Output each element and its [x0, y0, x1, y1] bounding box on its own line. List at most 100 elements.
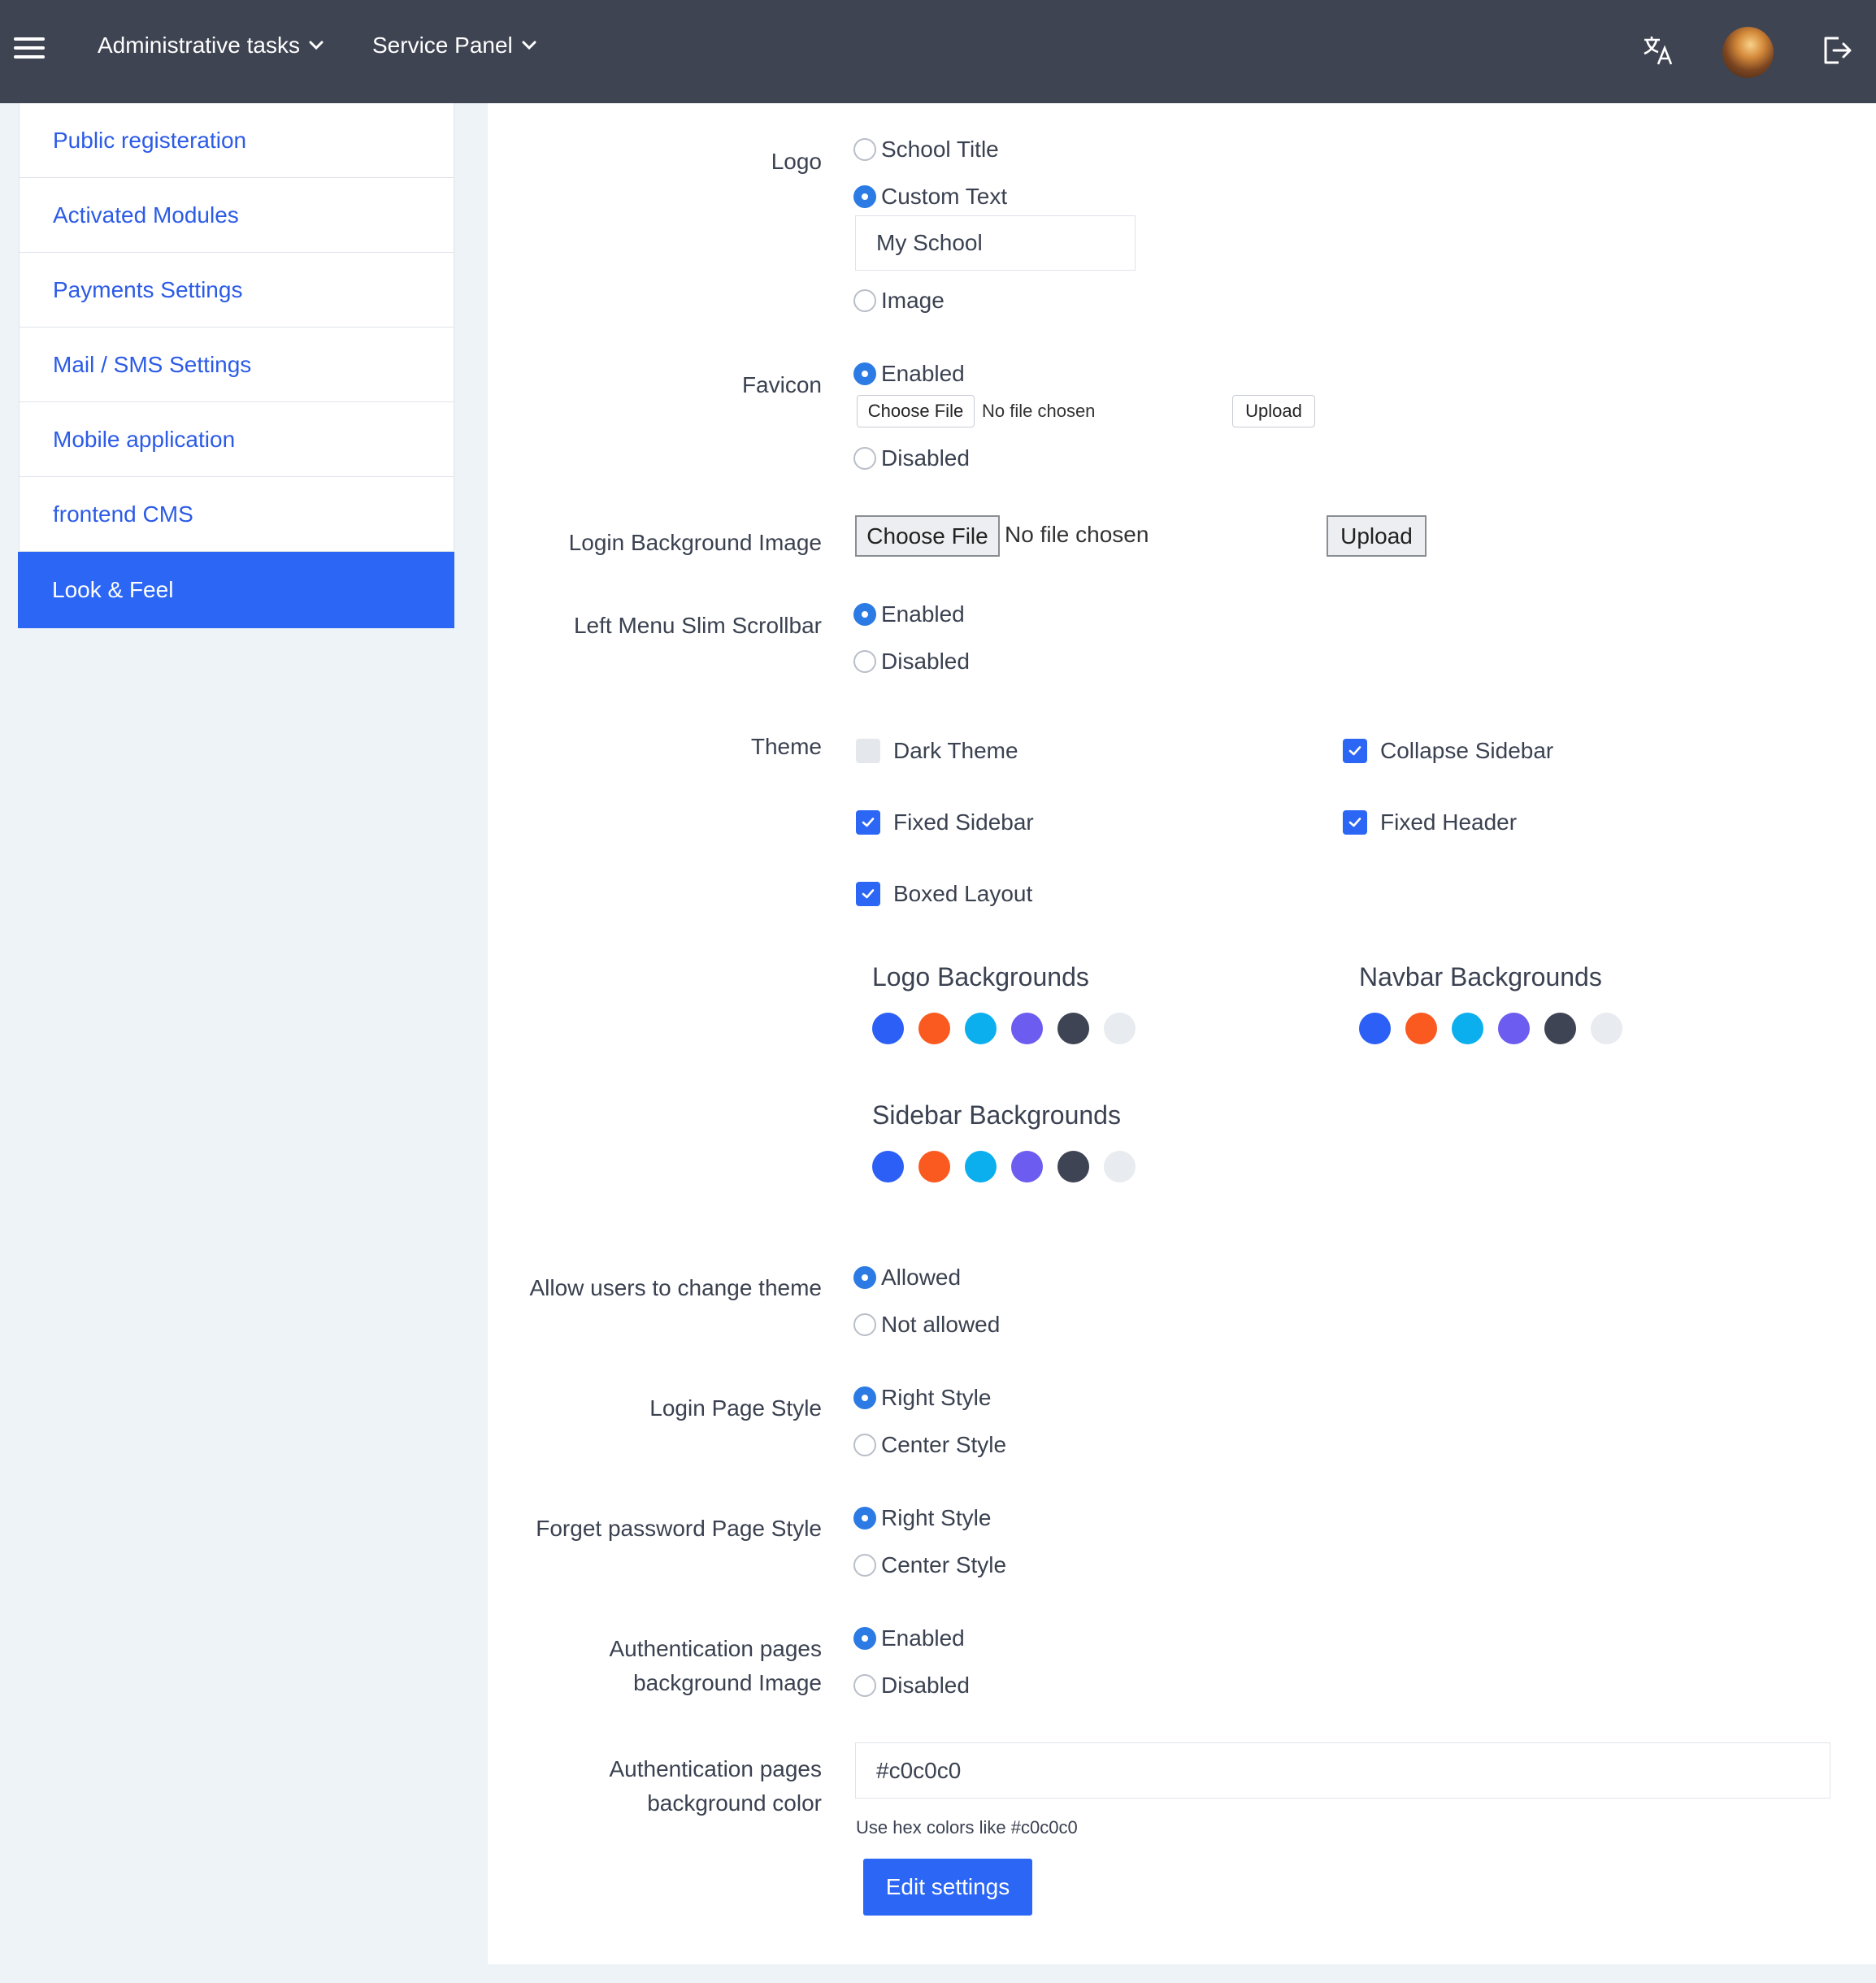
checkbox[interactable] — [856, 739, 880, 763]
sidebar-item-activated-modules[interactable]: Activated Modules — [19, 178, 454, 253]
radio-button[interactable] — [853, 1627, 876, 1650]
custom-text-input[interactable]: My School — [855, 215, 1136, 271]
color-swatch[interactable] — [1498, 1013, 1530, 1044]
color-swatch[interactable] — [872, 1151, 904, 1182]
color-swatch[interactable] — [1011, 1151, 1043, 1182]
checkbox[interactable] — [1343, 739, 1367, 763]
login-bg-choose-file-button[interactable]: Choose File — [855, 515, 1000, 557]
login-style-label: Login Page Style — [649, 1395, 822, 1421]
boxed-layout-checkbox[interactable]: Boxed Layout — [856, 881, 1032, 907]
radio-button[interactable] — [853, 1554, 876, 1577]
sidebar-item-label: Mobile application — [53, 426, 236, 452]
favicon-upload-button[interactable]: Upload — [1232, 395, 1315, 427]
forget-style-option-center[interactable]: Center Style — [853, 1552, 1006, 1578]
radio-button[interactable] — [853, 1386, 876, 1409]
auth-bg-image-label-line2: background Image — [633, 1670, 822, 1695]
favicon-choose-file-button[interactable]: Choose File — [857, 395, 975, 427]
color-swatch[interactable] — [872, 1013, 904, 1044]
color-swatch[interactable] — [965, 1013, 997, 1044]
allow-theme-option-not-allowed[interactable]: Not allowed — [853, 1312, 1000, 1338]
avatar[interactable] — [1722, 27, 1774, 78]
login-bg-upload-button[interactable]: Upload — [1327, 515, 1427, 557]
auth-bg-color-hint: Use hex colors like #c0c0c0 — [856, 1817, 1078, 1838]
check-icon — [1348, 818, 1361, 827]
color-swatch[interactable] — [1057, 1151, 1089, 1182]
allow-change-theme-label: Allow users to change theme — [529, 1275, 822, 1300]
color-swatch[interactable] — [918, 1151, 950, 1182]
radio-button[interactable] — [853, 362, 876, 385]
radio-button[interactable] — [853, 138, 876, 161]
navbar-backgrounds-swatches — [1359, 1013, 1622, 1044]
auth-bg-color-input[interactable]: #c0c0c0 — [855, 1742, 1830, 1799]
auth-bg-color-label-line1: Authentication pages — [609, 1756, 822, 1781]
checkbox[interactable] — [856, 810, 880, 835]
color-swatch[interactable] — [1011, 1013, 1043, 1044]
edit-settings-button[interactable]: Edit settings — [863, 1859, 1032, 1916]
admin-tasks-label: Administrative tasks — [98, 33, 300, 58]
radio-button[interactable] — [853, 1507, 876, 1530]
radio-button[interactable] — [853, 603, 876, 626]
sidebar-item-frontend-cms[interactable]: frontend CMS — [19, 477, 454, 552]
fixed-sidebar-checkbox[interactable]: Fixed Sidebar — [856, 809, 1034, 835]
option-label: Disabled — [881, 445, 970, 471]
option-label: School Title — [881, 137, 999, 162]
option-label: Disabled — [881, 649, 970, 674]
auth-bg-image-option-enabled[interactable]: Enabled — [853, 1625, 965, 1651]
logo-option-custom-text[interactable]: Custom Text — [853, 184, 1007, 210]
fixed-header-checkbox[interactable]: Fixed Header — [1343, 809, 1517, 835]
color-swatch[interactable] — [1104, 1151, 1136, 1182]
auth-bg-image-option-disabled[interactable]: Disabled — [853, 1673, 970, 1699]
sidebar-item-mobile-application[interactable]: Mobile application — [19, 402, 454, 477]
sidebar-backgrounds-swatches — [872, 1151, 1136, 1182]
sidebar-item-look-and-feel[interactable]: Look & Feel — [18, 552, 454, 628]
color-swatch[interactable] — [918, 1013, 950, 1044]
checkbox[interactable] — [1343, 810, 1367, 835]
color-swatch[interactable] — [1359, 1013, 1391, 1044]
logo-option-school-title[interactable]: School Title — [853, 137, 999, 163]
color-swatch[interactable] — [1452, 1013, 1483, 1044]
radio-button[interactable] — [853, 1434, 876, 1456]
sidebar-item-mail-sms-settings[interactable]: Mail / SMS Settings — [19, 328, 454, 402]
slim-scrollbar-option-enabled[interactable]: Enabled — [853, 601, 965, 627]
admin-tasks-menu[interactable]: Administrative tasks — [98, 33, 326, 59]
favicon-option-enabled[interactable]: Enabled — [853, 361, 965, 387]
radio-button[interactable] — [853, 1674, 876, 1697]
allow-theme-option-allowed[interactable]: Allowed — [853, 1265, 961, 1291]
logo-option-image[interactable]: Image — [853, 288, 945, 314]
sidebar-item-label: Public registeration — [53, 127, 247, 153]
input-value: #c0c0c0 — [876, 1757, 962, 1783]
color-swatch[interactable] — [1591, 1013, 1622, 1044]
sidebar-item-payments-settings[interactable]: Payments Settings — [19, 253, 454, 328]
color-swatch[interactable] — [1104, 1013, 1136, 1044]
check-icon — [1348, 746, 1361, 756]
option-label: Center Style — [881, 1432, 1007, 1457]
logout-icon[interactable] — [1821, 34, 1853, 67]
slim-scrollbar-label: Left Menu Slim Scrollbar — [573, 613, 822, 638]
radio-button[interactable] — [853, 447, 876, 470]
sidebar-item-public-registration[interactable]: Public registeration — [19, 103, 454, 178]
option-label: Right Style — [881, 1385, 992, 1410]
color-swatch[interactable] — [1057, 1013, 1089, 1044]
favicon-no-file-text: No file chosen — [982, 401, 1096, 421]
radio-button[interactable] — [853, 650, 876, 673]
theme-label: Theme — [750, 734, 822, 759]
translate-icon[interactable] — [1642, 34, 1674, 67]
radio-button[interactable] — [853, 1313, 876, 1336]
checkbox[interactable] — [856, 882, 880, 906]
dark-theme-checkbox[interactable]: Dark Theme — [856, 738, 1018, 764]
color-swatch[interactable] — [1544, 1013, 1576, 1044]
chevron-down-icon — [309, 41, 324, 50]
color-swatch[interactable] — [1405, 1013, 1437, 1044]
radio-button[interactable] — [853, 185, 876, 208]
slim-scrollbar-option-disabled[interactable]: Disabled — [853, 649, 970, 675]
collapse-sidebar-checkbox[interactable]: Collapse Sidebar — [1343, 738, 1553, 764]
radio-button[interactable] — [853, 1266, 876, 1289]
service-panel-menu[interactable]: Service Panel — [372, 33, 539, 59]
radio-button[interactable] — [853, 289, 876, 312]
forget-style-option-right[interactable]: Right Style — [853, 1505, 991, 1531]
color-swatch[interactable] — [965, 1151, 997, 1182]
favicon-option-disabled[interactable]: Disabled — [853, 445, 970, 471]
hamburger-icon[interactable] — [14, 37, 45, 65]
login-style-option-right[interactable]: Right Style — [853, 1385, 991, 1411]
login-style-option-center[interactable]: Center Style — [853, 1432, 1006, 1458]
